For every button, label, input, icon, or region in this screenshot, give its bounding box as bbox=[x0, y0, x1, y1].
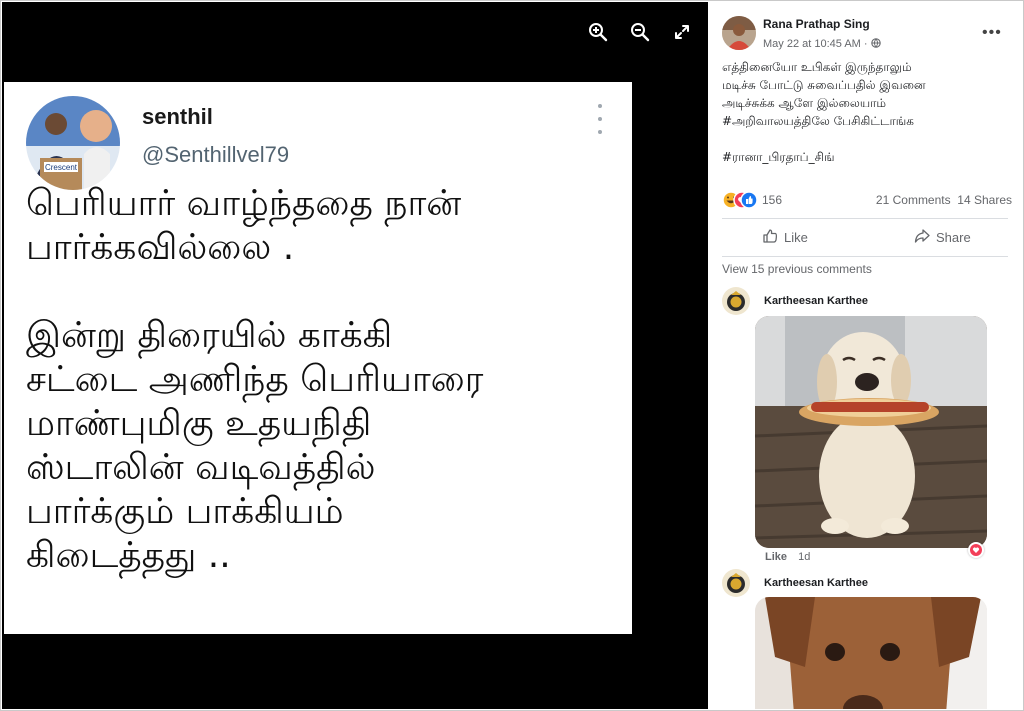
post-stats: 156 21 Comments 14 Shares bbox=[722, 190, 1012, 210]
comment-gif-image[interactable] bbox=[755, 597, 987, 709]
share-icon bbox=[914, 228, 930, 247]
tweet-display-name[interactable]: senthil bbox=[142, 104, 213, 130]
post-more-button[interactable]: ••• bbox=[982, 24, 1002, 42]
share-button[interactable]: Share bbox=[914, 228, 971, 247]
reaction-count[interactable]: 156 bbox=[762, 193, 782, 207]
tweet-text: பெரியார் வாழ்ந்ததை நான் பார்க்கவில்லை . … bbox=[26, 183, 484, 576]
post-timestamp[interactable]: May 22 at 10:45 AM bbox=[763, 38, 861, 50]
tweet-more-icon[interactable] bbox=[590, 104, 610, 134]
comment-share-stats: 21 Comments 14 Shares bbox=[876, 193, 1012, 207]
tweet-handle[interactable]: @Senthillvel79 bbox=[142, 142, 289, 168]
comment-time[interactable]: 1d bbox=[798, 551, 810, 563]
like-button[interactable]: Like bbox=[762, 228, 808, 247]
thumbs-up-icon bbox=[762, 228, 778, 247]
viewer-toolbar bbox=[586, 20, 694, 44]
divider bbox=[722, 256, 1008, 257]
post-text: எத்தினையோ உபிகள் இருந்தாலும் மடிச்சு போட… bbox=[722, 60, 926, 164]
like-label: Like bbox=[784, 230, 808, 245]
share-label: Share bbox=[936, 230, 971, 245]
tweet-screenshot: Crescent senthil @Senthillvel79 பெரியார்… bbox=[4, 82, 632, 634]
comment-author[interactable]: Kartheesan Karthee bbox=[764, 295, 868, 307]
comment-actions: Like 1d bbox=[765, 551, 810, 563]
tweet-avatar: Crescent bbox=[26, 96, 120, 190]
photo-viewer: Crescent senthil @Senthillvel79 பெரியார்… bbox=[2, 2, 708, 709]
comment-like-button[interactable]: Like bbox=[765, 551, 787, 563]
reaction-icons[interactable] bbox=[722, 191, 758, 212]
zoom-out-icon[interactable] bbox=[628, 20, 652, 44]
post-meta: May 22 at 10:45 AM · bbox=[763, 38, 881, 50]
avatar-banner-text: Crescent bbox=[45, 163, 78, 172]
divider bbox=[722, 218, 1008, 219]
comment-dog-image[interactable] bbox=[755, 316, 987, 548]
expand-icon[interactable] bbox=[670, 20, 694, 44]
commenter-avatar[interactable] bbox=[722, 569, 750, 597]
zoom-in-icon[interactable] bbox=[586, 20, 610, 44]
comment-author[interactable]: Kartheesan Karthee bbox=[764, 577, 868, 589]
post-author-name[interactable]: Rana Prathap Sing bbox=[763, 17, 870, 31]
post-panel: Rana Prathap Sing May 22 at 10:45 AM · •… bbox=[710, 2, 1022, 709]
post-actions: Like Share bbox=[722, 224, 1008, 252]
shares-count[interactable]: 14 Shares bbox=[957, 193, 1012, 207]
view-previous-comments[interactable]: View 15 previous comments bbox=[722, 262, 872, 276]
comments-count[interactable]: 21 Comments bbox=[876, 193, 951, 207]
globe-icon bbox=[870, 38, 881, 50]
heart-reaction-icon[interactable] bbox=[968, 542, 984, 558]
commenter-avatar[interactable] bbox=[722, 287, 750, 315]
author-avatar[interactable] bbox=[722, 16, 756, 50]
